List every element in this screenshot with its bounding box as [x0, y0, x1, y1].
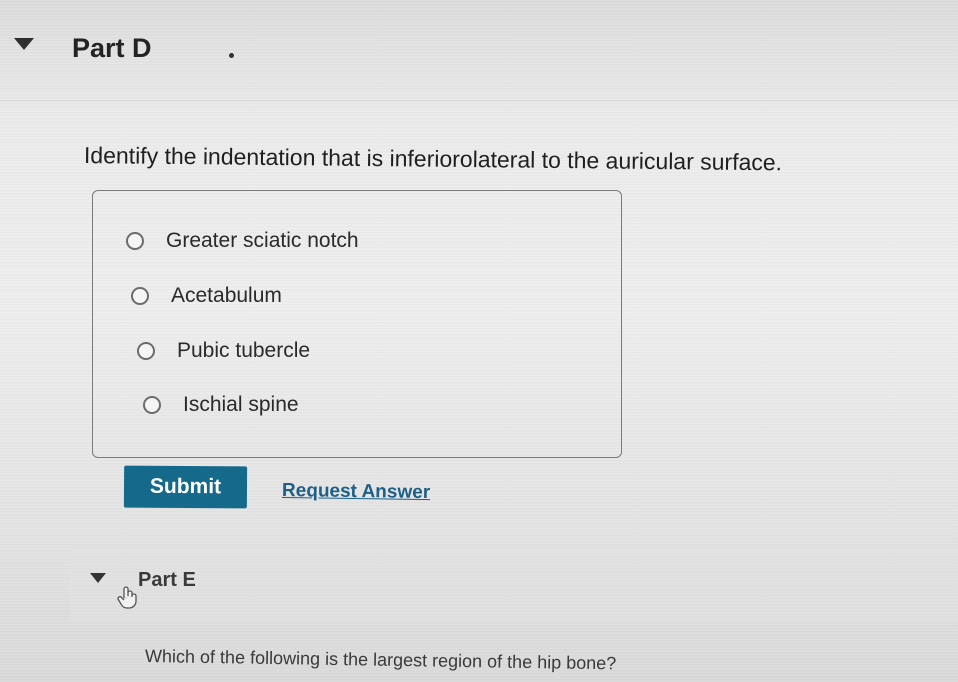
radio-unchecked-icon[interactable]	[126, 232, 144, 250]
option-label: Greater sciatic notch	[166, 229, 359, 252]
option-label: Ischial spine	[183, 393, 299, 416]
radio-unchecked-icon[interactable]	[143, 396, 161, 414]
caret-down-icon[interactable]	[14, 38, 34, 50]
radio-unchecked-icon[interactable]	[131, 287, 149, 305]
part-title[interactable]: Part D	[72, 33, 152, 64]
caret-down-icon[interactable]	[90, 573, 106, 583]
cursor-dot	[229, 53, 234, 58]
part-e-title[interactable]: Part E	[138, 569, 196, 592]
option-label: Acetabulum	[171, 284, 282, 307]
option-greater-sciatic-notch[interactable]: Greater sciatic notch	[126, 229, 359, 253]
part-e-header[interactable]	[70, 548, 958, 622]
option-ischial-spine[interactable]: Ischial spine	[143, 393, 299, 417]
option-pubic-tubercle[interactable]: Pubic tubercle	[137, 339, 310, 363]
request-answer-link[interactable]: Request Answer	[282, 480, 430, 504]
option-acetabulum[interactable]: Acetabulum	[131, 284, 282, 308]
option-label: Pubic tubercle	[177, 339, 311, 362]
radio-unchecked-icon[interactable]	[137, 342, 155, 360]
submit-button[interactable]: Submit	[123, 465, 248, 509]
part-d-header[interactable]: Part D	[0, 0, 958, 101]
